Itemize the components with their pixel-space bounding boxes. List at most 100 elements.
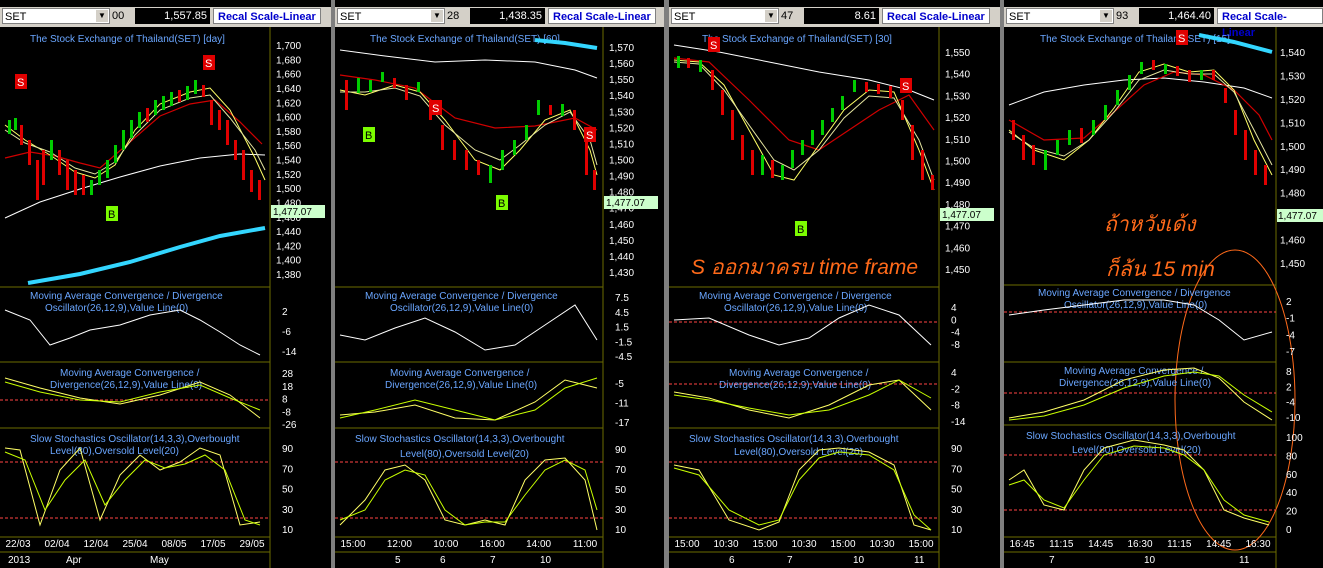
price-chart[interactable]: The Stock Exchange of Thailand(SET) [day… bbox=[0, 27, 331, 568]
indicator-tick: 2 bbox=[1286, 382, 1292, 393]
price-tick: 1,540 bbox=[1280, 48, 1305, 59]
date-tick: 10:00 bbox=[433, 539, 458, 550]
indicator-tick: 50 bbox=[951, 485, 963, 496]
indicator-tick: 70 bbox=[282, 464, 294, 475]
annotation-text: S ออกมาครบ time frame bbox=[691, 256, 918, 279]
indicator-tick: -14 bbox=[951, 417, 966, 428]
indicator-tick: -4.5 bbox=[615, 352, 633, 363]
indicator-tick: 30 bbox=[951, 505, 963, 516]
price-chart[interactable]: The Stock Exchange of Thailand(SET) [30]… bbox=[669, 27, 1000, 568]
chart-panel-60: SET ▼ 28 1,438.35 Recal Scale-Linear The … bbox=[335, 0, 664, 568]
date-tick: 10:30 bbox=[713, 539, 738, 550]
price-field: 1,438.35 bbox=[470, 8, 545, 24]
date-tick: 22/03 bbox=[5, 539, 30, 550]
price-tick: 1,470 bbox=[945, 222, 970, 233]
symbol-select[interactable]: SET ▼ bbox=[1006, 8, 1114, 24]
toolbar: SET ▼ 47 8.61 Recal Scale-Linear bbox=[669, 7, 1000, 27]
recal-scale-button[interactable]: Recal Scale-Linear bbox=[548, 8, 656, 24]
price-field: 8.61 bbox=[804, 8, 879, 24]
symbol-select[interactable]: SET ▼ bbox=[2, 8, 110, 24]
price-tick: 1,540 bbox=[609, 91, 634, 102]
period-tick: 11 bbox=[1239, 555, 1250, 566]
price-tick: 1,640 bbox=[276, 84, 301, 95]
recal-scale-button[interactable]: Recal Scale-Linear bbox=[882, 8, 990, 24]
macd1-line bbox=[4, 309, 261, 356]
price-chart[interactable]: The Stock Exchange of Thailand(SET) [15]… bbox=[1004, 27, 1323, 568]
symbol-value: SET bbox=[674, 11, 696, 23]
date-axis: 22/03 02/04 12/04 25/04 08/05 17/05 29/05 2013 A… bbox=[0, 539, 270, 566]
indicator-tick: 50 bbox=[282, 485, 294, 496]
chevron-down-icon[interactable]: ▼ bbox=[96, 10, 108, 22]
toolbar: SET ▼ 28 1,438.35 Recal Scale-Linear bbox=[335, 7, 664, 27]
date-tick: 15:00 bbox=[752, 539, 777, 550]
price-field: 1,464.40 bbox=[1139, 8, 1214, 24]
price-tick: 1,460 bbox=[945, 243, 970, 254]
indicator-tick: -8 bbox=[951, 340, 960, 351]
buy-signal-label: B bbox=[365, 130, 372, 142]
buy-signal-label: B bbox=[797, 224, 804, 236]
date-tick: 11:00 bbox=[573, 539, 598, 550]
price-tick: 1,550 bbox=[609, 75, 634, 86]
price-chart[interactable]: The Stock Exchange of Thailand(SET) [60]… bbox=[335, 27, 664, 568]
price-tick: 1,450 bbox=[609, 236, 634, 247]
period-tick: 7 bbox=[787, 555, 793, 566]
stoch-d-line bbox=[339, 459, 598, 526]
indicator-tick: 90 bbox=[615, 445, 627, 456]
price-tick: 1,460 bbox=[1280, 236, 1305, 247]
macd2-title-line1: Moving Average Convergence / bbox=[729, 368, 869, 379]
price-tick: 1,620 bbox=[276, 98, 301, 109]
sell-signal-label: S bbox=[710, 40, 717, 52]
period-tick: 10 bbox=[853, 555, 865, 566]
sell-signal-label: S bbox=[1178, 33, 1185, 45]
price-tick: 1,460 bbox=[609, 220, 634, 231]
stoch-k-line bbox=[339, 457, 598, 531]
price-tick: 1,520 bbox=[1280, 95, 1305, 106]
recal-scale-button[interactable]: Recal Scale-Linear bbox=[1217, 8, 1323, 39]
indicator-tick: 4 bbox=[951, 303, 957, 314]
macd2-title-line1: Moving Average Convergence / bbox=[1064, 366, 1204, 377]
chart-panel-day: SET ▼ 00 1,557.85 Recal Scale-Linear The … bbox=[0, 0, 331, 568]
indicator-tick: 18 bbox=[282, 382, 294, 393]
symbol-select[interactable]: SET ▼ bbox=[337, 8, 445, 24]
stoch-title-line1: Slow Stochastics Oscillator(14,3,3),Over… bbox=[355, 434, 565, 445]
date-tick: 15:00 bbox=[908, 539, 933, 550]
date-tick: 16:00 bbox=[480, 539, 505, 550]
price-tick: 1,500 bbox=[1280, 142, 1305, 153]
price-fragment: 28 bbox=[447, 10, 460, 22]
stoch-title-line1: Slow Stochastics Oscillator(14,3,3),Over… bbox=[30, 434, 240, 445]
price-tick: 1,490 bbox=[1280, 165, 1305, 176]
price-axis: 1,570 1,560 1,550 1,540 1,530 1,520 1,510 1,500… bbox=[609, 43, 634, 536]
last-price-label: 1,477.07 bbox=[1278, 211, 1317, 222]
indicator-tick: -6 bbox=[282, 327, 291, 338]
indicator-tick: 1.5 bbox=[615, 323, 629, 334]
date-tick: 15:00 bbox=[674, 539, 699, 550]
symbol-select[interactable]: SET ▼ bbox=[671, 8, 779, 24]
date-tick: 12/04 bbox=[83, 539, 108, 550]
period-tick: 5 bbox=[395, 555, 401, 566]
price-axis: 1,5501,5401,5301,5201,5101,5001,4901,480… bbox=[945, 48, 970, 536]
chevron-down-icon[interactable]: ▼ bbox=[1100, 10, 1112, 22]
price-tick: 1,500 bbox=[276, 184, 301, 195]
ema-long-line bbox=[339, 49, 598, 79]
indicator-tick: -8 bbox=[282, 407, 291, 418]
price-field: 1,557.85 bbox=[135, 8, 210, 24]
indicator-tick: -10 bbox=[1286, 413, 1301, 424]
indicator-tick: -17 bbox=[615, 418, 630, 429]
period-tick: 2013 bbox=[8, 555, 31, 566]
price-tick: 1,400 bbox=[276, 256, 301, 267]
chevron-down-icon[interactable]: ▼ bbox=[765, 10, 777, 22]
date-tick: 14:45 bbox=[1088, 539, 1113, 550]
stoch-title-line1: Slow Stochastics Oscillator(14,3,3),Over… bbox=[689, 434, 899, 445]
indicator-tick: 30 bbox=[615, 505, 627, 516]
indicator-tick: -4 bbox=[1286, 330, 1295, 341]
macd2-title-line2: Divergence(26,12,9),Value Line(0) bbox=[385, 380, 537, 391]
indicator-tick: -4 bbox=[1286, 398, 1295, 409]
recal-scale-button[interactable]: Recal Scale-Linear bbox=[213, 8, 321, 24]
chevron-down-icon[interactable]: ▼ bbox=[431, 10, 443, 22]
indicator-tick: 30 bbox=[282, 505, 294, 516]
indicator-tick: 90 bbox=[951, 444, 963, 455]
price-tick: 1,420 bbox=[276, 241, 301, 252]
macd2-title-line1: Moving Average Convergence / bbox=[60, 368, 200, 379]
macd1-title-line1: Moving Average Convergence / Divergence bbox=[699, 291, 892, 302]
ema-mid-line bbox=[340, 87, 598, 166]
